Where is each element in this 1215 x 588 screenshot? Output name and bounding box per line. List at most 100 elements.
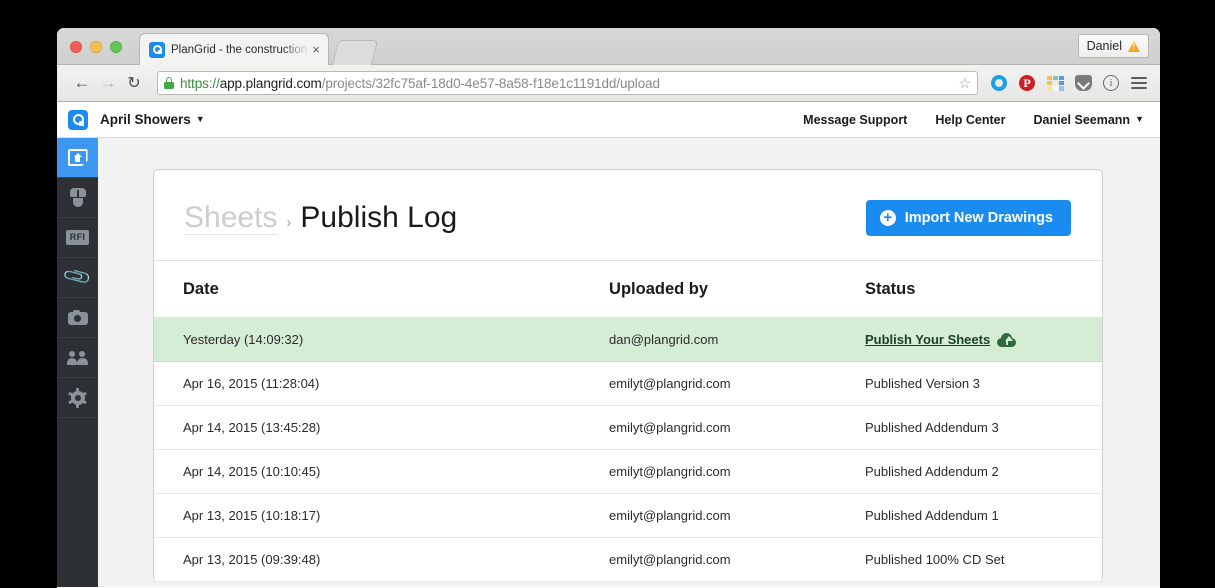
column-header-status: Status — [864, 261, 1102, 318]
sidebar-item-photos[interactable] — [57, 298, 98, 338]
breadcrumb-sheets-link[interactable]: Sheets — [184, 201, 278, 236]
breadcrumb: Sheets › Publish Log — [184, 201, 457, 236]
cloud-upload-icon[interactable] — [997, 333, 1017, 347]
cell-date: Apr 13, 2015 (09:39:48) — [154, 537, 610, 582]
maximize-window-button[interactable] — [110, 41, 122, 53]
cell-status: Published 100% CD Set — [864, 537, 1102, 582]
cell-uploaded-by: emilyt@plangrid.com — [609, 493, 865, 538]
import-new-drawings-button[interactable]: + Import New Drawings — [865, 200, 1071, 236]
project-name-label: April Showers — [100, 112, 191, 127]
page-title: Publish Log — [300, 200, 458, 234]
user-name-label: Daniel Seemann — [1033, 112, 1131, 127]
table-row: Yesterday (14:09:32) dan@plangrid.com Publ… — [154, 317, 1102, 362]
browser-window: PlanGrid - the construction × Daniel ← →… — [57, 28, 1160, 588]
cell-status: Publish Your Sheets — [864, 317, 1102, 362]
pocket-shield-icon[interactable] — [1074, 74, 1092, 92]
new-tab-button[interactable] — [331, 40, 379, 65]
url-host: app.plangrid.com — [219, 75, 322, 91]
close-window-button[interactable] — [70, 41, 82, 53]
main-content: Sheets › Publish Log + Import New Drawin… — [98, 138, 1160, 587]
table-row: Apr 13, 2015 (10:18:17) emilyt@plangrid.c… — [154, 493, 1102, 538]
cell-date: Apr 13, 2015 (10:18:17) — [154, 493, 610, 538]
publish-log-table: Date Uploaded by Status Yesterday (14:09… — [154, 261, 1102, 582]
sidebar-item-sheets[interactable] — [57, 138, 98, 178]
table-body: Yesterday (14:09:32) dan@plangrid.com Publ… — [154, 317, 1102, 582]
close-icon[interactable]: × — [310, 43, 322, 56]
cell-status: Published Addendum 1 — [864, 493, 1102, 538]
sidebar-item-punchlist[interactable] — [57, 178, 98, 218]
cell-date: Apr 16, 2015 (11:28:04) — [154, 361, 610, 406]
cell-date: Apr 14, 2015 (10:10:45) — [154, 449, 610, 494]
sidebar-item-documents[interactable]: 📎 — [57, 258, 98, 298]
chevron-down-icon: ▼ — [1135, 113, 1144, 124]
table-row: Apr 13, 2015 (09:39:48) emilyt@plangrid.c… — [154, 537, 1102, 582]
cell-uploaded-by: dan@plangrid.com — [609, 317, 865, 362]
sidebar-item-rfi[interactable]: RFI — [57, 218, 98, 258]
back-button[interactable]: ← — [69, 70, 95, 96]
cell-uploaded-by: emilyt@plangrid.com — [609, 449, 865, 494]
gear-icon — [68, 387, 87, 408]
left-sidebar: RFI 📎 — [57, 138, 98, 587]
cell-date: Apr 14, 2015 (13:45:28) — [154, 405, 610, 450]
pinterest-icon[interactable]: P — [1018, 74, 1036, 92]
hamburger-menu-icon[interactable] — [1130, 74, 1148, 92]
table-header: Date Uploaded by Status — [154, 261, 1102, 318]
browser-tab-strip: PlanGrid - the construction × Daniel — [57, 28, 1160, 65]
plangrid-logo-icon — [149, 41, 165, 58]
rfi-icon: RFI — [65, 230, 90, 245]
extension-icons: P i — [986, 74, 1148, 92]
sidebar-item-settings[interactable] — [57, 378, 98, 418]
cell-date: Yesterday (14:09:32) — [154, 317, 610, 362]
window-controls — [70, 41, 122, 53]
breadcrumb-separator: › — [286, 213, 292, 231]
sidebar-item-people[interactable] — [57, 338, 98, 378]
import-button-label: Import New Drawings — [904, 210, 1053, 226]
browser-toolbar: ← → ↻ https://app.plangrid.com/projects/… — [57, 65, 1160, 102]
cell-status: Published Addendum 2 — [864, 449, 1102, 494]
forward-button[interactable]: → — [95, 70, 121, 96]
card-header: Sheets › Publish Log + Import New Drawin… — [154, 170, 1102, 261]
table-row: Apr 14, 2015 (13:45:28) emilyt@plangrid.c… — [154, 405, 1102, 450]
plangrid-logo-icon[interactable] — [68, 109, 88, 130]
column-header-uploaded-by: Uploaded by — [609, 261, 865, 318]
chevron-down-icon: ▼ — [195, 114, 205, 124]
help-center-link[interactable]: Help Center — [935, 113, 1005, 127]
app-header: April Showers ▼ Message Support Help Cent… — [57, 102, 1160, 138]
bookmark-star-icon[interactable]: ☆ — [958, 75, 971, 92]
message-support-link[interactable]: Message Support — [803, 113, 907, 127]
warning-triangle-icon — [1128, 40, 1140, 52]
camera-icon — [67, 310, 88, 325]
cell-uploaded-by: emilyt@plangrid.com — [609, 361, 865, 406]
cell-uploaded-by: emilyt@plangrid.com — [609, 537, 865, 582]
browser-tab[interactable]: PlanGrid - the construction × — [139, 33, 329, 65]
info-circle-icon[interactable]: i — [1102, 74, 1120, 92]
table-row: Apr 14, 2015 (10:10:45) emilyt@plangrid.c… — [154, 449, 1102, 494]
user-menu[interactable]: Daniel Seemann ▼ — [1034, 113, 1145, 127]
app-header-nav: Message Support Help Center Daniel Seema… — [803, 113, 1144, 127]
url-path: /projects/32fc75af-18d0-4e57-8a58-f18e1c… — [321, 75, 660, 91]
blue-ring-icon[interactable] — [990, 74, 1008, 92]
people-icon — [67, 350, 88, 365]
punchlist-icon — [69, 188, 86, 207]
publish-log-card: Sheets › Publish Log + Import New Drawin… — [153, 169, 1103, 582]
cell-uploaded-by: emilyt@plangrid.com — [609, 405, 865, 450]
browser-tab-title: PlanGrid - the construction — [171, 43, 308, 56]
reload-button[interactable]: ↻ — [121, 70, 147, 96]
app-body: RFI 📎 Sheets › Publish Log + Import New … — [57, 138, 1160, 587]
address-bar[interactable]: https://app.plangrid.com/projects/32fc75… — [157, 71, 978, 95]
browser-profile-button[interactable]: Daniel — [1077, 34, 1149, 58]
publish-your-sheets-link[interactable]: Publish Your Sheets — [865, 332, 990, 347]
color-grid-icon[interactable] — [1046, 74, 1064, 92]
cell-status: Published Version 3 — [864, 361, 1102, 406]
lock-icon — [164, 77, 174, 89]
cell-status: Published Addendum 3 — [864, 405, 1102, 450]
table-row: Apr 16, 2015 (11:28:04) emilyt@plangrid.c… — [154, 361, 1102, 406]
url-text: https://app.plangrid.com/projects/32fc75… — [180, 76, 660, 91]
project-selector[interactable]: April Showers ▼ — [100, 112, 205, 127]
profile-name: Daniel — [1086, 39, 1122, 53]
url-scheme: https:// — [180, 75, 220, 91]
sheets-icon — [67, 149, 88, 166]
minimize-window-button[interactable] — [90, 41, 102, 53]
column-header-date: Date — [154, 261, 610, 318]
paperclip-icon: 📎 — [61, 262, 94, 293]
